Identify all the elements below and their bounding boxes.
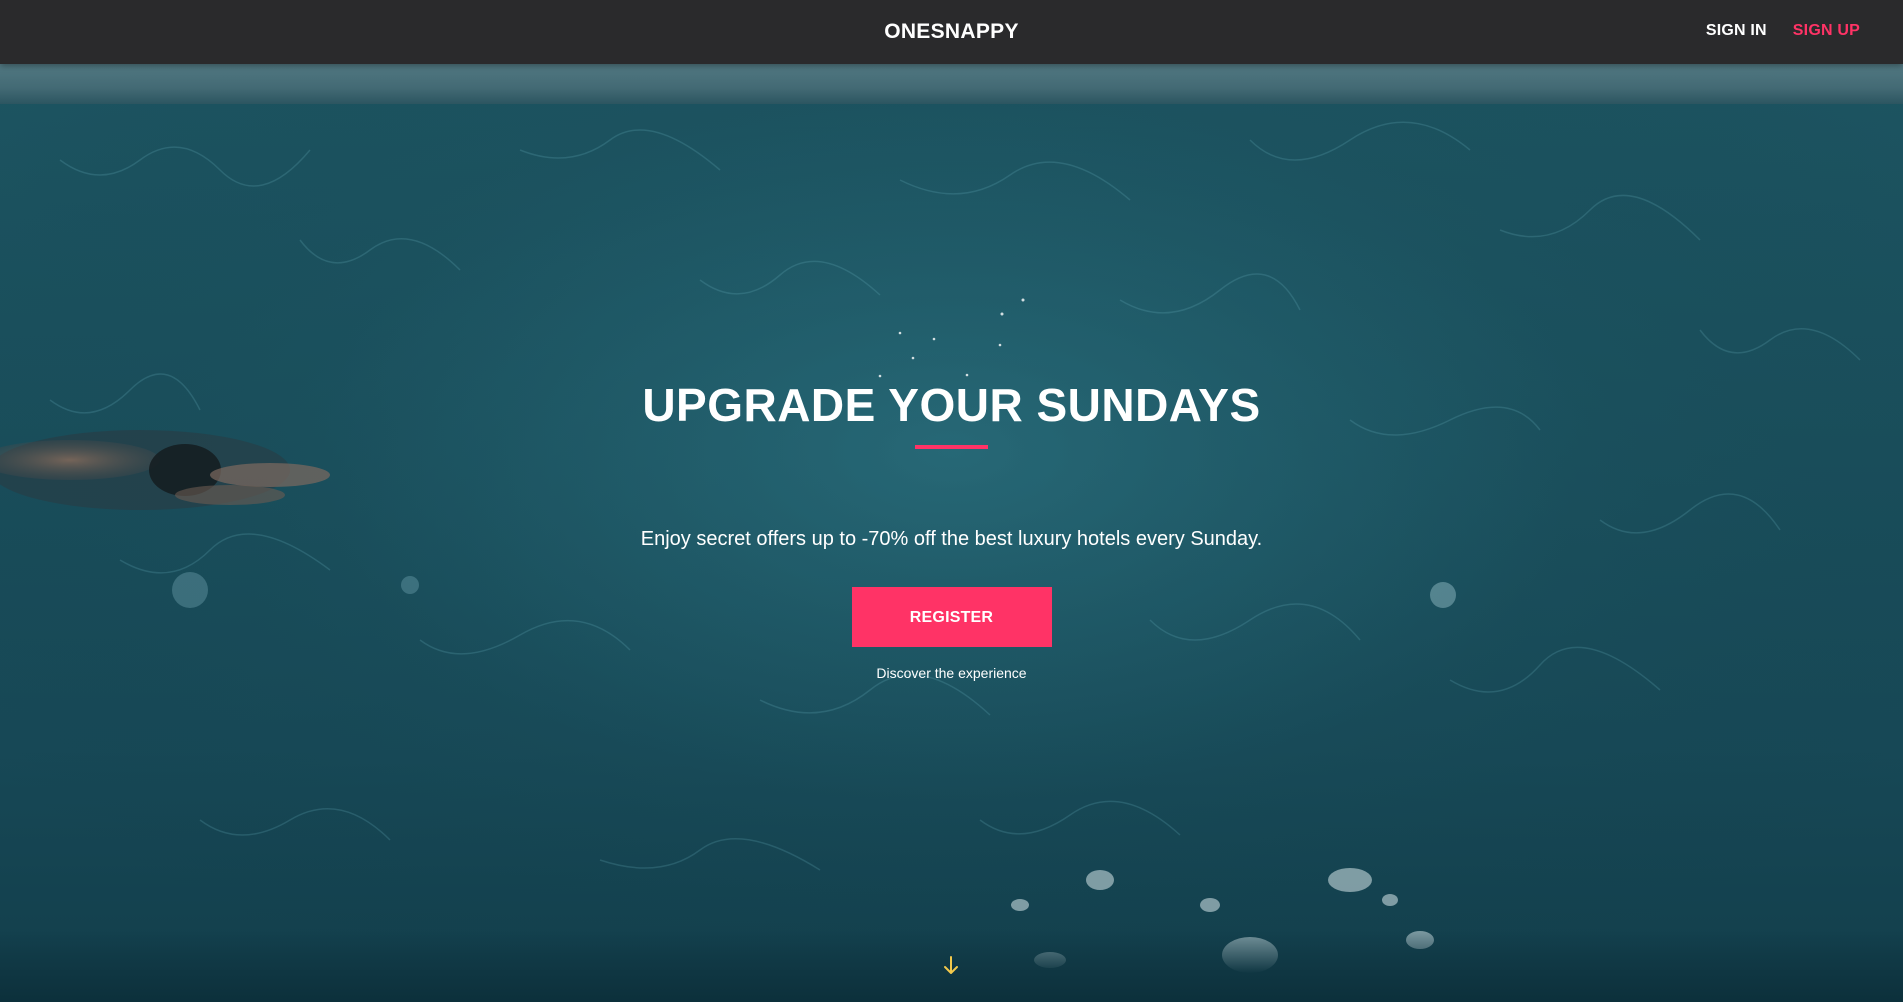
top-navbar: ONESNAPPY SIGN IN SIGN UP	[0, 0, 1903, 64]
brand-logo[interactable]: ONESNAPPY	[0, 20, 1903, 44]
nav-links: SIGN IN SIGN UP	[1706, 22, 1860, 40]
sign-in-link[interactable]: SIGN IN	[1706, 22, 1767, 40]
arrow-down-icon[interactable]	[940, 954, 962, 978]
title-underline	[915, 445, 988, 449]
discover-experience-link[interactable]: Discover the experience	[0, 665, 1903, 681]
hero-title: UPGRADE YOUR SUNDAYS	[642, 379, 1261, 431]
sign-up-link[interactable]: SIGN UP	[1793, 22, 1860, 40]
hero-subtitle: Enjoy secret offers up to -70% off the b…	[640, 528, 1263, 550]
register-button[interactable]: REGISTER	[851, 587, 1052, 647]
hero-content: UPGRADE YOUR SUNDAYS Enjoy secret offers…	[0, 375, 1903, 681]
pool-edge-top	[0, 64, 1903, 104]
